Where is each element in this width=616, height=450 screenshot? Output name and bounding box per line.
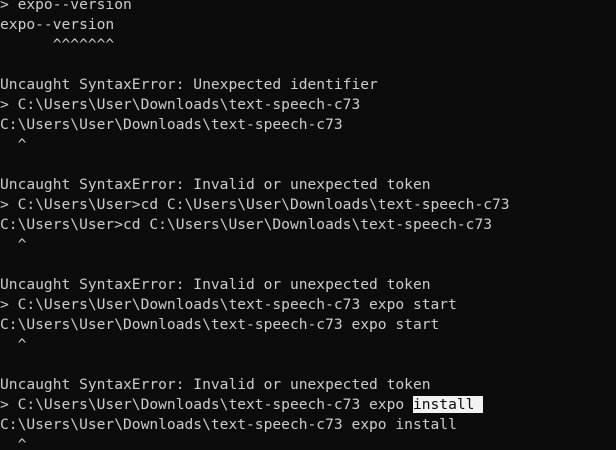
terminal-line: Uncaught SyntaxError: Invalid or unexpec… <box>0 276 431 293</box>
terminal-output: > expo--version expo--version ^^^^^^^ Unca… <box>0 0 616 395</box>
terminal-line: C:\Users\User>cd C:\Users\User\Downloads… <box>0 216 493 233</box>
terminal-line: ^^^^^^^ <box>0 36 115 53</box>
terminal-line: ^ <box>0 236 27 253</box>
terminal-line: C:\Users\User\Downloads\text-speech-c73 … <box>0 316 440 333</box>
terminal-line: C:\Users\User\Downloads\text-speech-c73 <box>0 116 343 133</box>
current-prompt-text: > C:\Users\User\Downloads\text-speech-c7… <box>0 396 413 413</box>
current-prompt-line[interactable]: > C:\Users\User\Downloads\text-speech-c7… <box>0 395 616 415</box>
terminal-line: > C:\Users\User>cd C:\Users\User\Downloa… <box>0 196 510 213</box>
terminal-line: ^ <box>0 136 27 153</box>
terminal-line: > C:\Users\User\Downloads\text-speech-c7… <box>0 96 361 113</box>
terminal-line: ^ <box>0 336 27 353</box>
terminal-line: Uncaught SyntaxError: Invalid or unexpec… <box>0 376 431 393</box>
caret-line: ^ <box>0 436 27 450</box>
terminal-line: > expo--version <box>0 0 132 13</box>
terminal-line: Uncaught SyntaxError: Unexpected identif… <box>0 76 378 93</box>
terminal-line: expo--version <box>0 16 115 33</box>
echo-line: C:\Users\User\Downloads\text-speech-c73 … <box>0 416 457 433</box>
terminal-line: Uncaught SyntaxError: Invalid or unexpec… <box>0 176 431 193</box>
terminal-line: > C:\Users\User\Downloads\text-speech-c7… <box>0 296 457 313</box>
terminal-window[interactable]: > expo--version expo--version ^^^^^^^ Unca… <box>0 0 616 450</box>
selected-text[interactable]: install <box>412 396 484 413</box>
